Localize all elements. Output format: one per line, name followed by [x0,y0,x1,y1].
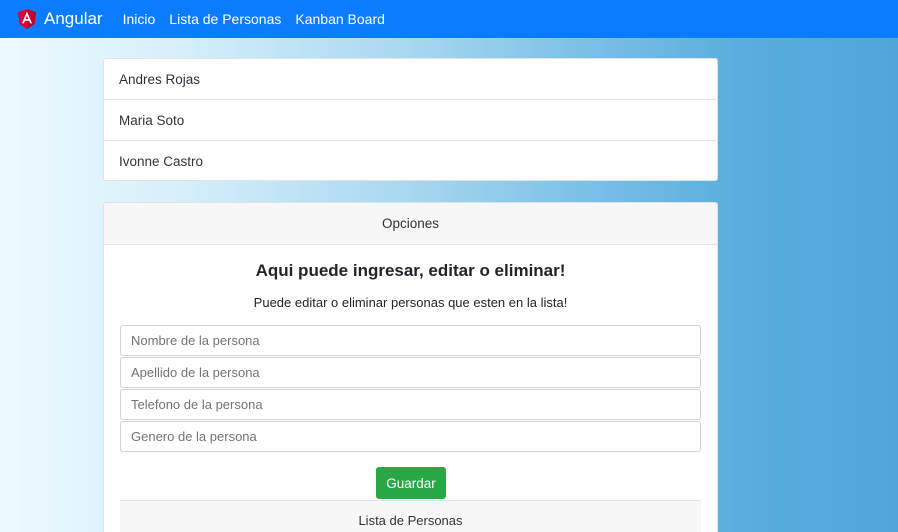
nav-link-kanban-board[interactable]: Kanban Board [295,9,385,29]
genero-field[interactable] [120,421,701,452]
telefono-field[interactable] [120,389,701,420]
nombre-field[interactable] [120,325,701,356]
people-list-header: Lista de Personas [120,500,701,532]
nav-links: Inicio Lista de Personas Kanban Board [123,9,385,29]
options-subtitle: Puede editar o eliminar personas que est… [253,295,568,310]
apellido-field[interactable] [120,357,701,388]
list-item[interactable]: Andres Rojas [104,59,717,100]
save-button[interactable]: Guardar [376,467,446,499]
angular-logo-icon [18,9,36,29]
navbar: Angular Inicio Lista de Personas Kanban … [0,0,898,38]
options-title: Aqui puede ingresar, editar o eliminar! [255,261,566,280]
people-list: Andres Rojas Maria Soto Ivonne Castro [103,58,718,181]
brand-name: Angular [44,9,103,28]
list-item[interactable]: Ivonne Castro [104,141,717,182]
list-item[interactable]: Maria Soto [104,100,717,141]
nav-link-lista-personas[interactable]: Lista de Personas [169,9,281,29]
options-card: Opciones Aqui puede ingresar, editar o e… [103,202,718,532]
nav-link-inicio[interactable]: Inicio [123,9,156,29]
options-header: Opciones [104,203,717,245]
brand[interactable]: Angular [18,0,103,38]
